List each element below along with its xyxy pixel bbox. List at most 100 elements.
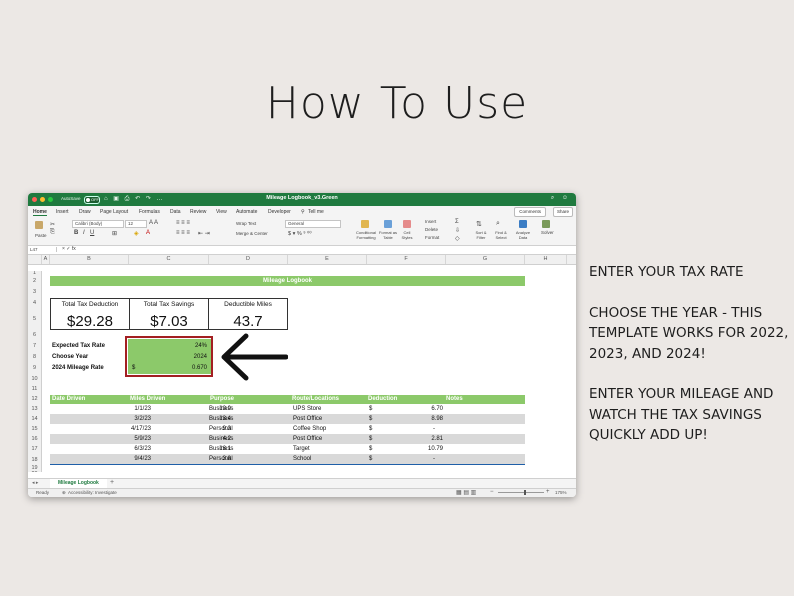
- table-row[interactable]: 3/2/23 13.4 Business Post Office $ 8.98: [50, 414, 525, 424]
- table-row[interactable]: 9/4/23 3.8 Personal School $ -: [50, 454, 525, 464]
- column-header[interactable]: C: [129, 255, 209, 264]
- titlebar-right-icons[interactable]: ⌕ ☺: [551, 195, 571, 202]
- view-mode-icons[interactable]: ▦ ▤ ▥: [456, 489, 476, 496]
- font-name-select[interactable]: Calibri (Body): [72, 220, 124, 228]
- sheet-nav-arrows[interactable]: ◂ ▸: [32, 480, 38, 486]
- row-header[interactable]: 6: [28, 329, 42, 341]
- name-box[interactable]: L47: [30, 247, 57, 252]
- clear-icon[interactable]: ◇: [455, 235, 460, 242]
- conditional-formatting-icon[interactable]: [361, 220, 369, 228]
- table-row[interactable]: 1/1/23 10.0 Business UPS Store $ 6.70: [50, 404, 525, 414]
- route-cell[interactable]: Coffee Shop: [293, 424, 326, 434]
- deduction-cell[interactable]: -: [433, 424, 435, 434]
- menu-page-layout[interactable]: Page Layout: [100, 209, 128, 215]
- row-header[interactable]: 16: [28, 434, 42, 444]
- tax-rate-input[interactable]: 24%: [195, 343, 207, 349]
- format-cells-button[interactable]: Format: [425, 235, 439, 240]
- find-select-icon[interactable]: ⌕: [496, 220, 500, 228]
- fx-icon[interactable]: × ✓ fx: [62, 246, 76, 252]
- font-color-icon[interactable]: A: [146, 230, 150, 236]
- zoom-level[interactable]: 175%: [555, 490, 567, 495]
- tell-me-search[interactable]: Tell me: [308, 209, 324, 215]
- currency-percent-icons[interactable]: $ ▾ % ⁹ ⁰⁰: [288, 231, 312, 237]
- borders-icon[interactable]: ⊞: [112, 230, 117, 237]
- font-size-select[interactable]: 12: [125, 220, 147, 228]
- table-header-cell[interactable]: Date Driven: [52, 395, 85, 404]
- table-header-cell[interactable]: Miles Driven: [130, 395, 165, 404]
- align-top-icon[interactable]: ≡ ≡ ≡: [176, 220, 190, 226]
- sheet-grid[interactable]: 1 2 3 4 5 6 7 8 9 10 11 12 13 14 15 16 1…: [28, 271, 576, 472]
- row-header[interactable]: 20: [28, 471, 42, 472]
- share-button[interactable]: Share: [552, 207, 573, 217]
- purpose-cell[interactable]: Business: [209, 444, 233, 454]
- column-header[interactable]: B: [50, 255, 129, 264]
- row-header[interactable]: 5: [28, 309, 42, 329]
- analyze-data-icon[interactable]: [519, 220, 527, 228]
- row-header[interactable]: 18: [28, 455, 42, 465]
- mileage-rate-value[interactable]: 0.670: [192, 365, 207, 371]
- row-header[interactable]: 17: [28, 444, 42, 455]
- row-header[interactable]: 7: [28, 341, 42, 352]
- menu-automate[interactable]: Automate: [236, 209, 257, 215]
- row-header[interactable]: 9: [28, 363, 42, 374]
- font-grow-icon[interactable]: A A: [149, 220, 158, 226]
- deduction-cell[interactable]: -: [433, 454, 435, 464]
- underline-button[interactable]: U: [90, 230, 94, 236]
- purpose-cell[interactable]: Personal: [209, 424, 233, 434]
- deduction-cell[interactable]: 6.70: [431, 404, 443, 414]
- purpose-cell[interactable]: Business: [209, 434, 233, 444]
- row-header[interactable]: 8: [28, 352, 42, 363]
- accessibility-status[interactable]: Accessibility: Investigate: [68, 490, 117, 495]
- zoom-slider[interactable]: [498, 492, 544, 493]
- column-header[interactable]: E: [288, 255, 367, 264]
- route-cell[interactable]: School: [293, 454, 311, 464]
- year-select[interactable]: 2024: [194, 354, 207, 360]
- column-header[interactable]: G: [446, 255, 525, 264]
- row-header[interactable]: 11: [28, 384, 42, 394]
- route-cell[interactable]: Post Office: [293, 434, 322, 444]
- menu-data[interactable]: Data: [170, 209, 181, 215]
- column-header[interactable]: H: [525, 255, 567, 264]
- menu-insert[interactable]: Insert: [56, 209, 69, 215]
- menu-view[interactable]: View: [216, 209, 227, 215]
- column-header[interactable]: F: [367, 255, 446, 264]
- date-cell[interactable]: 9/4/23: [134, 454, 151, 464]
- sort-filter-icon[interactable]: ⇅: [476, 220, 482, 228]
- table-header-cell[interactable]: Purpose: [210, 395, 234, 404]
- route-cell[interactable]: UPS Store: [293, 404, 321, 414]
- row-header[interactable]: 2: [28, 275, 42, 287]
- row-header[interactable]: 12: [28, 394, 42, 404]
- date-cell[interactable]: 5/9/23: [134, 434, 151, 444]
- menu-draw[interactable]: Draw: [79, 209, 91, 215]
- purpose-cell[interactable]: Business: [209, 404, 233, 414]
- zoom-out-button[interactable]: −: [490, 489, 494, 495]
- copy-icon[interactable]: ⎘: [50, 229, 55, 236]
- autosum-icon[interactable]: Σ: [455, 219, 459, 225]
- date-cell[interactable]: 3/2/23: [134, 414, 151, 424]
- zoom-in-button[interactable]: +: [546, 489, 550, 495]
- route-cell[interactable]: Target: [293, 444, 310, 454]
- indent-icon[interactable]: ⇤ ⇥: [198, 230, 210, 237]
- column-header[interactable]: D: [209, 255, 288, 264]
- bold-button[interactable]: B: [74, 230, 78, 236]
- menu-developer[interactable]: Developer: [268, 209, 291, 215]
- cell-styles-icon[interactable]: [403, 220, 411, 228]
- menu-home[interactable]: Home: [33, 209, 47, 216]
- date-cell[interactable]: 4/17/23: [131, 424, 151, 434]
- column-header[interactable]: A: [42, 255, 50, 264]
- deduction-cell[interactable]: 8.98: [431, 414, 443, 424]
- date-cell[interactable]: 6/3/23: [134, 444, 151, 454]
- purpose-cell[interactable]: Business: [209, 414, 233, 424]
- date-cell[interactable]: 1/1/23: [134, 404, 151, 414]
- delete-cells-button[interactable]: Delete: [425, 227, 438, 232]
- purpose-cell[interactable]: Personal: [209, 454, 233, 464]
- row-header[interactable]: 13: [28, 404, 42, 414]
- table-header-cell[interactable]: Route/Locations: [292, 395, 339, 404]
- row-header[interactable]: 14: [28, 414, 42, 424]
- insert-cells-button[interactable]: Insert: [425, 219, 436, 224]
- select-all-corner[interactable]: [28, 255, 42, 264]
- menu-formulas[interactable]: Formulas: [139, 209, 160, 215]
- menu-review[interactable]: Review: [190, 209, 206, 215]
- row-header[interactable]: 4: [28, 297, 42, 309]
- solver-icon[interactable]: [542, 220, 550, 228]
